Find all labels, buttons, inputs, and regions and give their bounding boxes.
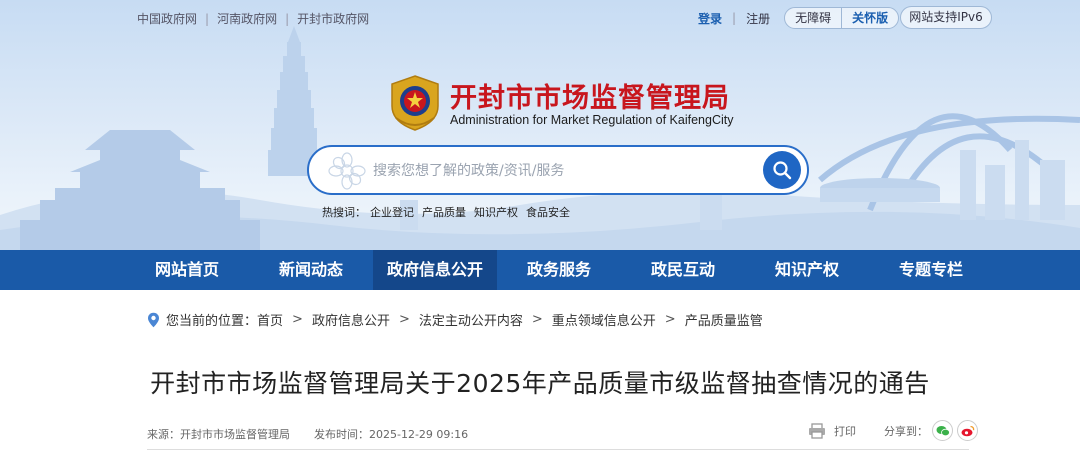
site-subtitle: Administration for Market Regulation of … [450, 113, 734, 127]
chevron-right-icon: > [531, 312, 543, 327]
hot-word-item[interactable]: 食品安全 [526, 204, 570, 220]
breadcrumb-item[interactable]: 重点领域信息公开 [552, 310, 656, 329]
nav-item-ip[interactable]: 知识产权 [745, 250, 869, 290]
link-henan-gov[interactable]: 河南政府网 [217, 10, 277, 27]
display-mode-toggle: 无障碍 关怀版 [784, 7, 900, 29]
location-pin-icon [148, 312, 159, 327]
article-meta: 来源：开封市市场监督管理局 发布时间：2025-12-29 09:16 [147, 426, 468, 442]
site-title: 开封市市场监督管理局 [450, 83, 730, 114]
hot-word-item[interactable]: 产品质量 [422, 204, 466, 220]
chevron-right-icon: > [664, 312, 676, 327]
user-bar: 登录 | 注册 无障碍 关怀版 [698, 7, 900, 29]
divider: | [205, 11, 210, 26]
search-button[interactable] [763, 151, 801, 189]
article-tools: 打印 分享到： [808, 420, 978, 441]
top-links: 中国政府网 | 河南政府网 | 开封市政府网 [137, 10, 369, 27]
link-china-gov[interactable]: 中国政府网 [137, 10, 197, 27]
search-icon [773, 161, 792, 180]
article-title: 开封市市场监督管理局关于2025年产品质量市级监督抽查情况的通告 [150, 369, 930, 398]
nav-item-gov-info[interactable]: 政府信息公开 [373, 250, 497, 290]
breadcrumb-prefix: 您当前的位置： [166, 314, 258, 329]
accessibility-button[interactable]: 无障碍 [785, 8, 843, 28]
search-bar [307, 145, 809, 195]
nav-item-news[interactable]: 新闻动态 [249, 250, 373, 290]
print-label: 打印 [834, 424, 856, 438]
breadcrumb-item[interactable]: 政府信息公开 [312, 310, 390, 329]
flower-decoration-icon [328, 152, 366, 190]
breadcrumb-item[interactable]: 产品质量监管 [685, 310, 763, 329]
hot-word-item[interactable]: 企业登记 [370, 204, 414, 220]
hot-word-item[interactable]: 知识产权 [474, 204, 518, 220]
main-nav: 网站首页 新闻动态 政府信息公开 政务服务 政民互动 知识产权 专题专栏 [0, 250, 1080, 290]
print-button[interactable]: 打印 [808, 422, 856, 439]
hot-words-label: 热搜词： [322, 206, 366, 219]
login-link[interactable]: 登录 [698, 10, 722, 27]
link-kaifeng-gov[interactable]: 开封市政府网 [297, 10, 369, 27]
breadcrumb-item[interactable]: 法定主动公开内容 [419, 310, 523, 329]
header-banner: 中国政府网 | 河南政府网 | 开封市政府网 登录 | 注册 无障碍 关怀版 网… [0, 0, 1080, 250]
breadcrumb: 您当前的位置： 首页 > 政府信息公开 > 法定主动公开内容 > 重点领域信息公… [147, 310, 763, 329]
wechat-share-button[interactable] [932, 420, 953, 441]
nav-item-home[interactable]: 网站首页 [125, 250, 249, 290]
nav-item-topics[interactable]: 专题专栏 [869, 250, 993, 290]
chevron-right-icon: > [398, 312, 410, 327]
weibo-icon [961, 425, 974, 436]
register-link[interactable]: 注册 [746, 10, 770, 27]
national-emblem-logo [391, 75, 439, 131]
article-source: 来源：开封市市场监督管理局 [147, 428, 290, 441]
search-input[interactable] [373, 159, 743, 183]
chevron-right-icon: > [292, 312, 303, 327]
nav-item-interaction[interactable]: 政民互动 [621, 250, 745, 290]
hot-search-words: 热搜词： 企业登记 产品质量 知识产权 食品安全 [322, 204, 578, 220]
breadcrumb-item[interactable]: 首页 [257, 310, 283, 329]
wechat-icon [936, 425, 950, 436]
article-date: 发布时间：2025-12-29 09:16 [314, 428, 469, 441]
weibo-share-button[interactable] [957, 420, 978, 441]
ipv6-badge[interactable]: 网站支持IPv6 [900, 6, 992, 29]
divider: | [285, 11, 290, 26]
divider: | [732, 11, 737, 25]
care-mode-button[interactable]: 关怀版 [842, 8, 898, 28]
printer-icon [809, 422, 825, 439]
share-label: 分享到： [884, 424, 928, 438]
nav-item-services[interactable]: 政务服务 [497, 250, 621, 290]
